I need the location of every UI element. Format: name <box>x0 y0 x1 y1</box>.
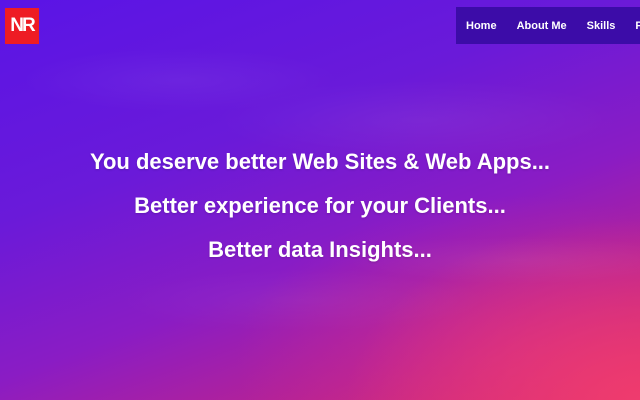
main-navigation: Home About Me Skills Proj <box>456 7 640 44</box>
nav-item-about-me[interactable]: About Me <box>507 20 577 32</box>
hero-headline: You deserve better Web Sites & Web Apps.… <box>89 149 551 174</box>
nav-item-skills[interactable]: Skills <box>577 20 626 32</box>
site-logo[interactable]: NR <box>5 8 39 44</box>
hero-section: You deserve better Web Sites & Web Apps.… <box>0 148 640 280</box>
hero-subline-clients: Better experience for your Clients... <box>134 193 506 218</box>
nav-item-projects[interactable]: Proj <box>625 20 640 32</box>
logo-text: NR <box>10 15 35 36</box>
nav-item-home[interactable]: Home <box>456 20 507 32</box>
hero-subline-insights: Better data Insights... <box>208 237 432 262</box>
